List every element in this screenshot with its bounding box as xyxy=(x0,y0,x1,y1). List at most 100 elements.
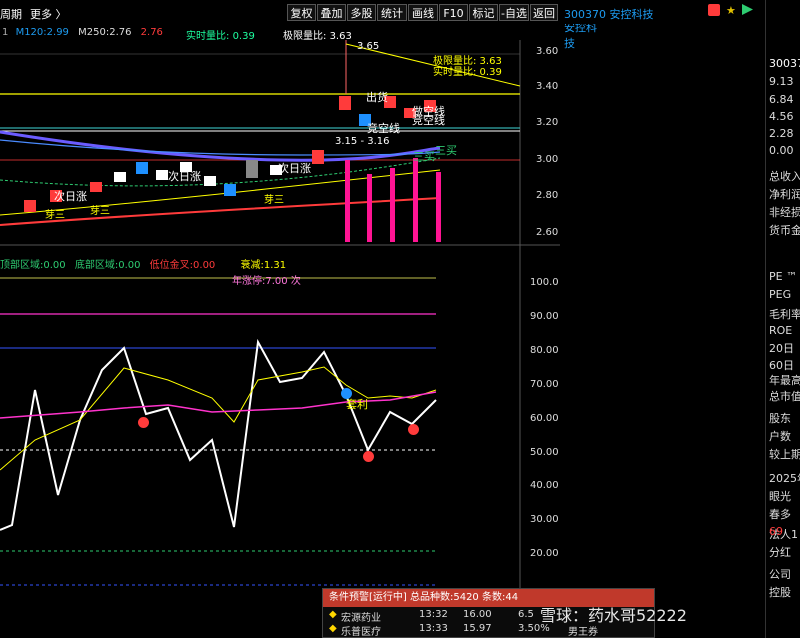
right-panel: 30037 9.13 6.84 4.56 2.28 0.00 总收入净利润非经损… xyxy=(765,0,800,638)
rp-price: 4.56 xyxy=(769,110,794,123)
signal-icon[interactable] xyxy=(363,451,374,462)
axis-label: 3.60 xyxy=(536,46,559,57)
candle xyxy=(136,162,148,174)
rp-item: 控股 xyxy=(769,586,791,599)
axis-label: 100.0 xyxy=(530,277,559,288)
axis-label: 60.00 xyxy=(530,413,559,424)
rp-price: 6.84 xyxy=(769,93,794,106)
candle xyxy=(114,172,126,182)
toolbar: 周期 更多 〉 复权叠加多股统计画线F10标记-自选返回 300370 安控科技 xyxy=(0,0,606,50)
buy-label: 三买 xyxy=(435,144,457,157)
toolbar-button[interactable]: 返回 xyxy=(530,4,558,21)
axis-label: 30.00 xyxy=(530,514,559,525)
high-label: 3.65 xyxy=(357,41,380,52)
volume-bar xyxy=(413,158,418,242)
volume-bar xyxy=(436,172,441,242)
rp-item: 总市值 xyxy=(769,390,800,403)
toolbar-button[interactable]: 画线 xyxy=(408,4,438,21)
range-label: 3.15 - 3.16 xyxy=(335,136,390,147)
buy-label: 三买 xyxy=(413,150,435,163)
star-icon[interactable]: ★ xyxy=(726,4,736,17)
kdj-white-line xyxy=(0,338,437,531)
sell-label: 竞空线 xyxy=(412,114,445,127)
rp-item: 2025年 xyxy=(769,472,800,485)
axis-label: 40.00 xyxy=(530,480,559,491)
volume-bar xyxy=(345,160,350,242)
candle xyxy=(224,184,236,196)
volume-bar xyxy=(390,168,395,242)
candle xyxy=(204,176,216,186)
toolbar-button[interactable]: 多股 xyxy=(347,4,376,21)
rp-price: 0.00 xyxy=(769,144,794,157)
play-icon[interactable] xyxy=(742,4,753,15)
toolbar-button[interactable]: -自选 xyxy=(499,4,529,21)
watermark: 雪球：药水哥52222 xyxy=(540,606,687,625)
axis-label: 80.00 xyxy=(530,345,559,356)
axis-label: 3.00 xyxy=(536,154,559,165)
candle xyxy=(246,160,258,178)
rp-item: PEG xyxy=(769,288,792,301)
toolbar-button[interactable]: 统计 xyxy=(377,4,407,21)
rp-item: 股东 xyxy=(769,412,791,425)
rp-code: 30037 xyxy=(769,57,800,70)
axis-label: 2.80 xyxy=(536,190,559,201)
flag-icon[interactable] xyxy=(708,4,720,16)
sell-label: 出货 xyxy=(366,91,388,104)
axis-label: 3.40 xyxy=(536,81,559,92)
candle xyxy=(312,150,324,164)
lower-info: 顶部区域:0.00 底部区域:0.00 低位金叉:0.00 衰减:1.31 xyxy=(0,260,287,271)
rp-item: ROE xyxy=(769,324,793,337)
bud-label: 芽三 xyxy=(264,195,284,206)
signal-icon[interactable] xyxy=(408,424,419,435)
rp-item: 货币金 xyxy=(769,224,800,237)
limit-up-count: 年涨停:7.00 次 xyxy=(232,276,301,287)
rp-price: 9.13 xyxy=(769,75,794,88)
candle xyxy=(24,200,36,212)
axis-label: 3.20 xyxy=(536,117,559,128)
toolbar-button[interactable]: F10 xyxy=(439,4,468,21)
profit-label: 套利 xyxy=(346,398,368,411)
candle xyxy=(339,96,351,110)
ma-green xyxy=(0,157,441,187)
signal-icon[interactable] xyxy=(341,388,352,399)
rp-item: 分红 xyxy=(769,546,791,559)
axis-label: 2.60 xyxy=(536,227,559,238)
rp-item: 户数 xyxy=(769,430,791,443)
rp-item: 毛利率 xyxy=(769,308,800,321)
realtime-box: 实时量比: 0.39 xyxy=(433,67,502,78)
bud-label: 芽三 xyxy=(45,210,65,221)
rp-item: 净利润 xyxy=(769,188,800,201)
rp-price: 2.28 xyxy=(769,127,794,140)
rp-item: 春多 xyxy=(769,508,791,521)
rp-item: 年最高 xyxy=(769,374,800,387)
candle xyxy=(156,170,168,180)
rp-item: 20日 xyxy=(769,342,794,355)
candle xyxy=(90,182,102,192)
rp-item: 较上期 xyxy=(769,448,800,461)
bud-label: 芽三 xyxy=(90,206,110,217)
title-bar: 300370 安控科技 ★ xyxy=(560,0,765,24)
axis-label: 90.00 xyxy=(530,311,559,322)
signal-icon[interactable] xyxy=(138,417,149,428)
period-button[interactable]: 周期 xyxy=(0,6,22,22)
rp-pct: 69 xyxy=(769,525,783,538)
next-day-label: 次日涨 xyxy=(168,170,201,183)
ma-info: 1 M120:2.99 M250:2.76 2.76 xyxy=(2,27,163,38)
axis-label: 20.00 xyxy=(530,548,559,559)
next-day-label: 次日涨 xyxy=(278,162,311,175)
volume-bar xyxy=(367,174,372,242)
rp-item: 60日 xyxy=(769,359,794,372)
toolbar-button[interactable]: 叠加 xyxy=(317,4,346,21)
toolbar-button[interactable]: 复权 xyxy=(287,4,316,21)
chart-canvas[interactable] xyxy=(0,40,560,638)
rp-item: 总收入 xyxy=(769,170,800,183)
rp-item: PE ™ xyxy=(769,270,798,283)
more-button[interactable]: 更多 〉 xyxy=(30,6,67,22)
rp-item: 公司 xyxy=(769,568,791,581)
stock-title: 300370 安控科技 xyxy=(564,8,654,21)
next-day-label: 次日涨 xyxy=(54,190,87,203)
rp-item: 眼光 xyxy=(769,490,791,503)
axis-label: 70.00 xyxy=(530,379,559,390)
rp-item: 非经损 xyxy=(769,206,800,219)
toolbar-button[interactable]: 标记 xyxy=(469,4,498,21)
